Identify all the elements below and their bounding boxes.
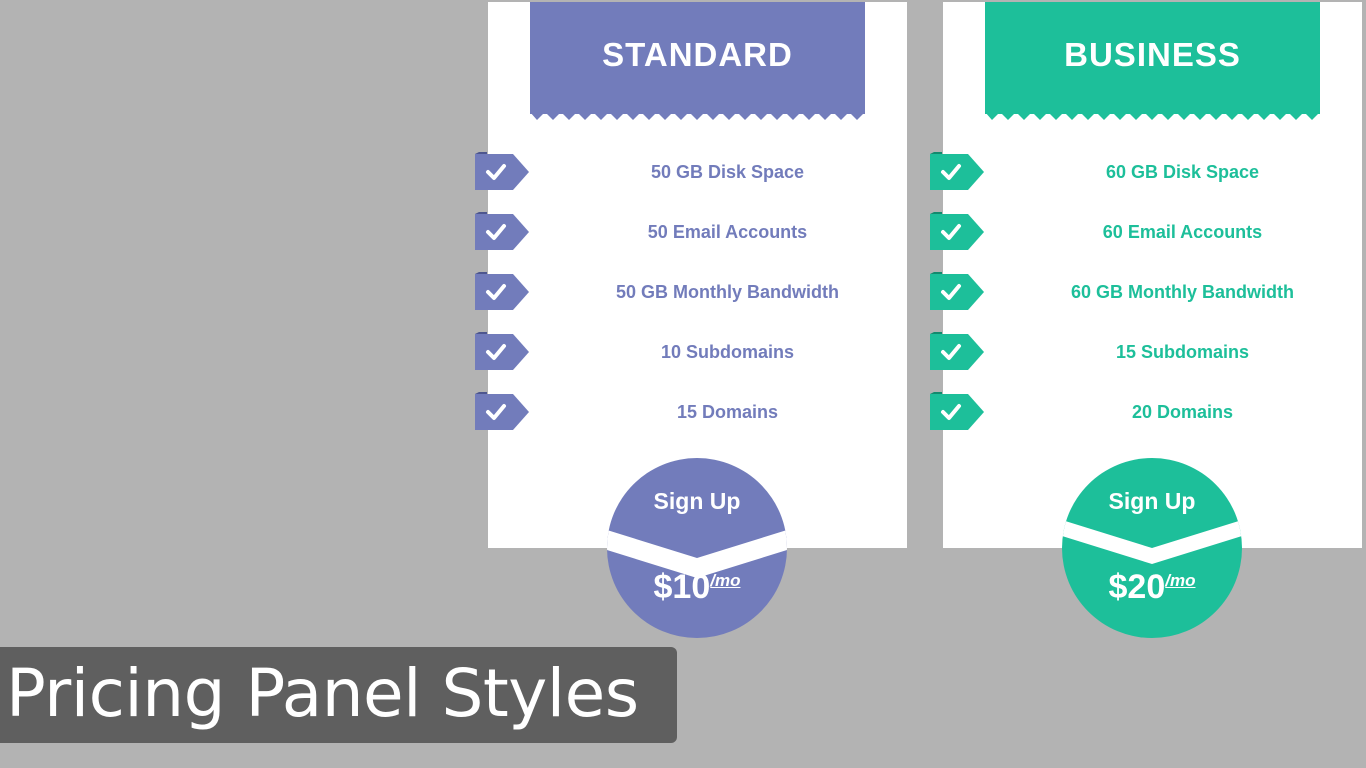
banner-zigzag-edge bbox=[985, 106, 1320, 120]
signup-button[interactable]: Sign Up $20/mo bbox=[1062, 458, 1242, 638]
check-icon bbox=[930, 392, 984, 430]
feature-item: 60 Email Accounts bbox=[930, 212, 1362, 252]
check-icon bbox=[475, 272, 529, 310]
feature-label: 50 Email Accounts bbox=[647, 222, 808, 242]
plan-title-banner: BUSINESS bbox=[985, 2, 1320, 114]
feature-item: 50 Email Accounts bbox=[475, 212, 907, 252]
check-icon bbox=[930, 152, 984, 190]
check-icon bbox=[930, 332, 984, 370]
feature-item: 50 GB Monthly Bandwidth bbox=[475, 272, 907, 312]
caption-banner: Pricing Panel Styles bbox=[0, 647, 677, 743]
feature-item: 50 GB Disk Space bbox=[475, 152, 907, 192]
feature-item: 20 Domains bbox=[930, 392, 1362, 432]
price-amount: $10 bbox=[653, 568, 711, 606]
pricing-panel-standard: STANDARD 50 GB Disk Space 50 Email Accou… bbox=[475, 2, 907, 638]
feature-label: 10 Subdomains bbox=[660, 342, 795, 362]
feature-item: 60 GB Disk Space bbox=[930, 152, 1362, 192]
check-icon bbox=[930, 272, 984, 310]
feature-item: 10 Subdomains bbox=[475, 332, 907, 372]
signup-label: Sign Up bbox=[1108, 488, 1196, 514]
feature-label: 20 Domains bbox=[1131, 402, 1234, 422]
feature-label: 60 GB Monthly Bandwidth bbox=[1071, 282, 1294, 302]
plan-title: BUSINESS bbox=[1064, 36, 1241, 73]
check-icon bbox=[475, 152, 529, 190]
chevron-divider bbox=[1062, 520, 1242, 564]
check-icon bbox=[930, 212, 984, 250]
feature-item: 60 GB Monthly Bandwidth bbox=[930, 272, 1362, 312]
plan-title: STANDARD bbox=[602, 36, 793, 73]
price: $10/mo bbox=[607, 568, 787, 607]
feature-label: 50 GB Disk Space bbox=[650, 162, 805, 182]
signup-button[interactable]: Sign Up $10/mo bbox=[607, 458, 787, 638]
feature-label: 15 Domains bbox=[676, 402, 779, 422]
price-period: /mo bbox=[1165, 571, 1196, 590]
caption-text: Pricing Panel Styles bbox=[6, 655, 639, 732]
pricing-panel-business: BUSINESS 60 GB Disk Space 60 Email Accou… bbox=[930, 2, 1362, 638]
chevron-divider bbox=[607, 530, 787, 578]
price-period: /mo bbox=[710, 571, 741, 590]
check-icon bbox=[475, 332, 529, 370]
price: $20/mo bbox=[1062, 568, 1242, 607]
plan-title-banner: STANDARD bbox=[530, 2, 865, 114]
signup-label: Sign Up bbox=[653, 488, 741, 514]
feature-label: 15 Subdomains bbox=[1115, 342, 1250, 362]
feature-label: 60 Email Accounts bbox=[1102, 222, 1263, 242]
feature-label: 60 GB Disk Space bbox=[1105, 162, 1260, 182]
check-icon bbox=[475, 392, 529, 430]
check-icon bbox=[475, 212, 529, 250]
banner-zigzag-edge bbox=[530, 106, 865, 120]
feature-item: 15 Domains bbox=[475, 392, 907, 432]
price-amount: $20 bbox=[1108, 568, 1166, 606]
feature-label: 50 GB Monthly Bandwidth bbox=[616, 282, 839, 302]
feature-item: 15 Subdomains bbox=[930, 332, 1362, 372]
